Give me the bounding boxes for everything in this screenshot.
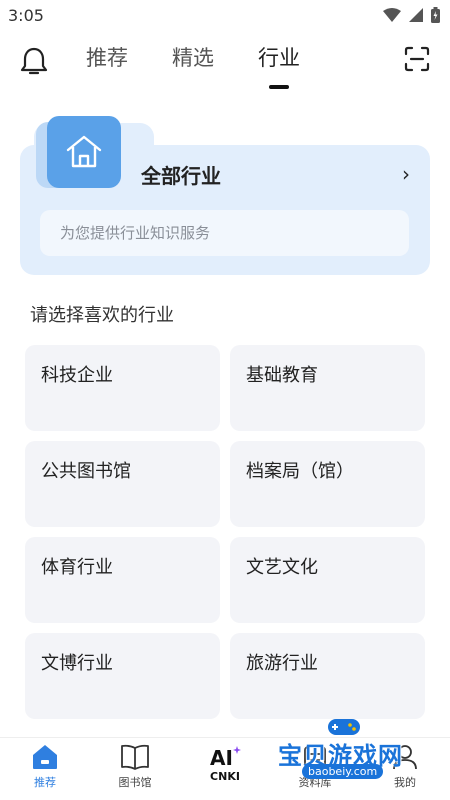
ai-icon: AI	[210, 746, 241, 768]
bottom-nav: 推荐 图书馆 AI CNKI 资料库 我的	[0, 737, 450, 800]
industry-card[interactable]: 科技企业	[25, 345, 220, 431]
industry-card[interactable]: 旅游行业	[230, 633, 425, 719]
bottom-nav-library[interactable]: 图书馆	[90, 738, 180, 800]
hero-title: 全部行业	[141, 164, 221, 188]
tab-industry[interactable]: 行业	[258, 42, 300, 72]
battery-icon	[431, 7, 440, 23]
status-bar: 3:05	[0, 0, 450, 30]
bottom-nav-label: 我的	[394, 776, 416, 789]
hero-subtitle: 为您提供行业知识服务	[40, 210, 409, 256]
status-time: 3:05	[8, 6, 44, 25]
industry-card[interactable]: 文博行业	[25, 633, 220, 719]
bottom-nav-label: 资料库	[298, 776, 332, 789]
book-icon	[121, 744, 149, 770]
tab-featured[interactable]: 精选	[172, 42, 214, 72]
wifi-icon	[383, 8, 401, 22]
bottom-nav-mine[interactable]: 我的	[360, 738, 450, 800]
industry-card[interactable]: 公共图书馆	[25, 441, 220, 527]
signal-icon	[409, 8, 423, 22]
tab-recommend[interactable]: 推荐	[86, 42, 128, 72]
top-nav: 推荐 精选 行业	[0, 36, 450, 86]
hero-icon-tile	[47, 116, 121, 188]
industry-card[interactable]: 体育行业	[25, 537, 220, 623]
industry-grid: 科技企业 基础教育 公共图书馆 档案局（馆） 体育行业 文艺文化 文博行业 旅游…	[25, 345, 425, 719]
bottom-nav-cnki[interactable]: AI CNKI	[180, 738, 270, 800]
gamepad-icon	[328, 719, 360, 735]
home-icon	[33, 745, 57, 769]
bottom-nav-label: 推荐	[34, 776, 56, 789]
bell-icon[interactable]	[20, 46, 48, 76]
house-icon	[66, 135, 102, 168]
database-icon	[304, 746, 326, 768]
bottom-nav-database[interactable]: 资料库	[270, 738, 360, 800]
status-icons	[383, 7, 440, 23]
tab-bar: 推荐 精选 行业	[86, 42, 300, 72]
industry-card[interactable]: 档案局（馆）	[230, 441, 425, 527]
user-icon	[393, 745, 417, 770]
industry-card[interactable]: 文艺文化	[230, 537, 425, 623]
bottom-nav-recommend[interactable]: 推荐	[0, 738, 90, 800]
svg-text:AI: AI	[210, 746, 233, 768]
section-title: 请选择喜欢的行业	[30, 305, 174, 326]
bottom-nav-label: CNKI	[210, 770, 240, 783]
scan-icon[interactable]	[404, 46, 430, 72]
chevron-right-icon[interactable]: ›	[402, 162, 410, 186]
industry-card[interactable]: 基础教育	[230, 345, 425, 431]
bottom-nav-label: 图书馆	[118, 776, 152, 789]
